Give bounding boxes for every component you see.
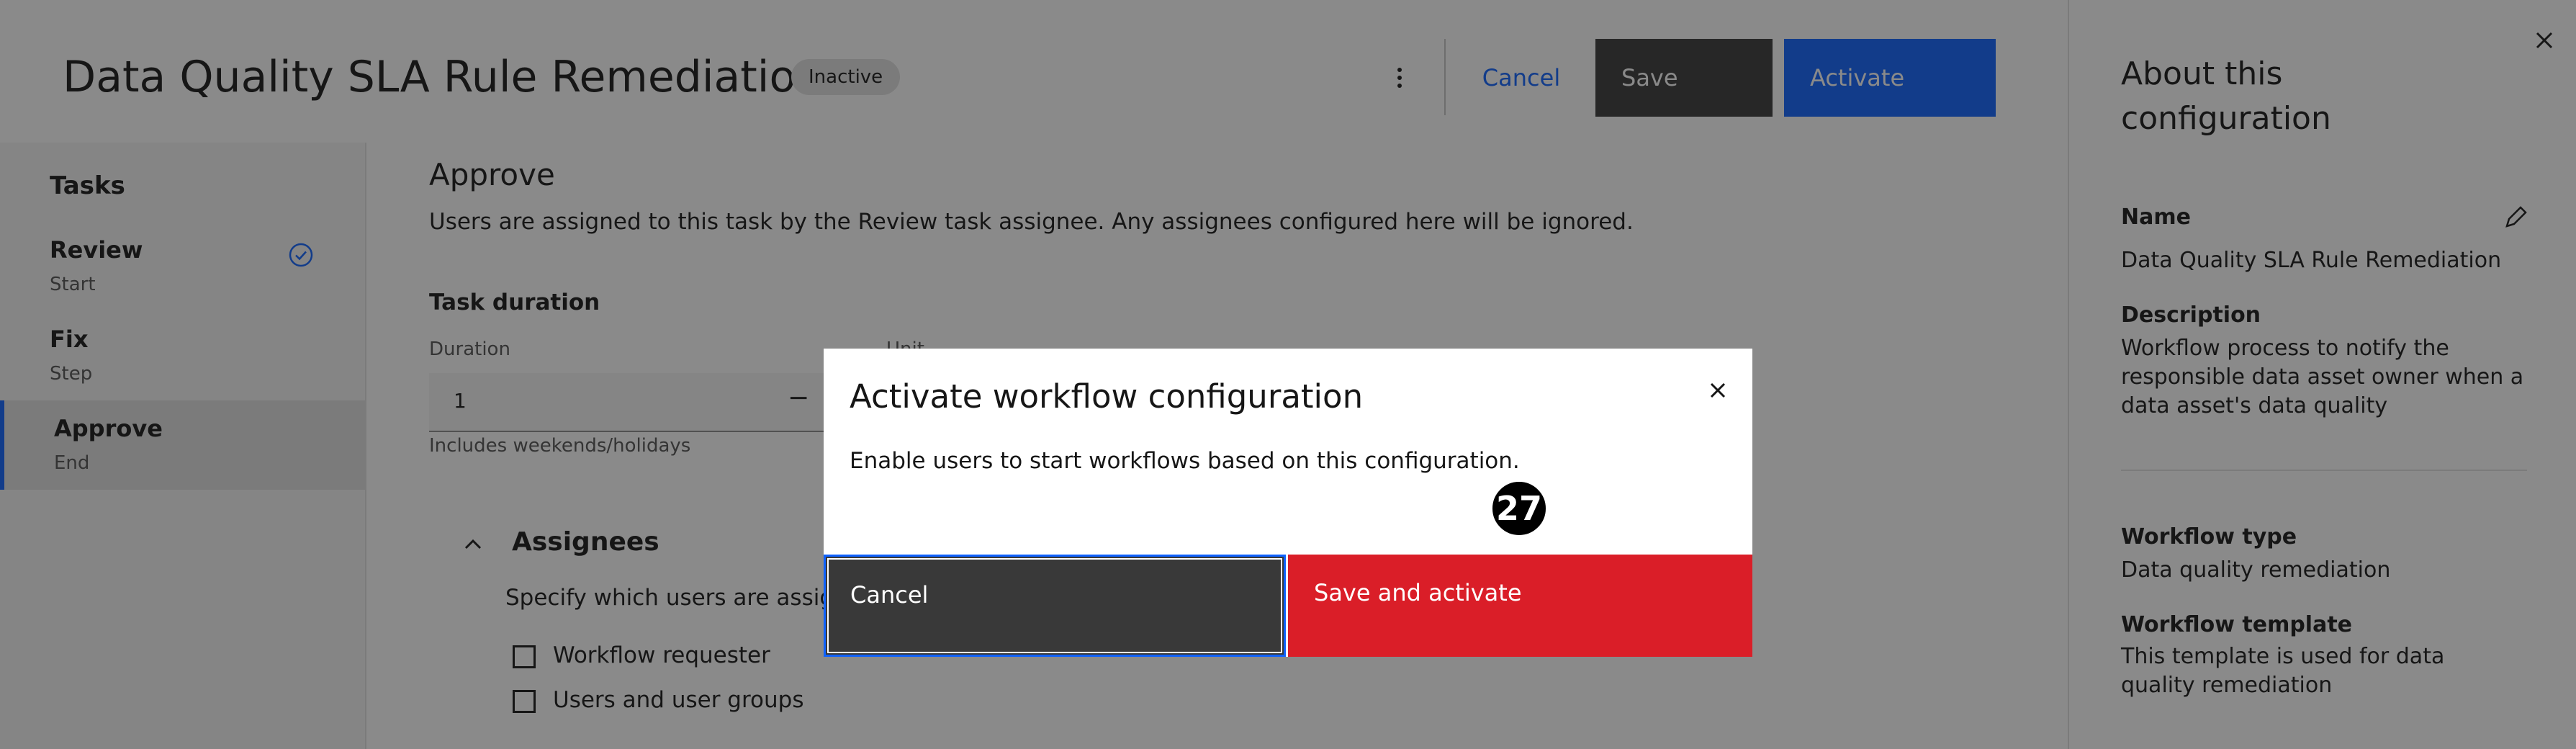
- modal-close-button[interactable]: [1701, 373, 1735, 408]
- save-and-activate-button[interactable]: Save and activate: [1288, 555, 1752, 657]
- modal-cancel-label: Cancel: [850, 581, 929, 609]
- step-number-badge: 27: [1490, 480, 1548, 537]
- modal-body: Enable users to start workflows based on…: [850, 448, 1520, 474]
- modal-cancel-button[interactable]: Cancel: [824, 555, 1286, 657]
- save-and-activate-label: Save and activate: [1314, 579, 1522, 606]
- close-icon: [1710, 382, 1726, 398]
- modal-title: Activate workflow configuration: [850, 377, 1364, 416]
- activate-modal: Activate workflow configuration Enable u…: [824, 349, 1752, 657]
- workflow-config-page: Data Quality SLA Rule Remediation Inacti…: [0, 0, 2576, 749]
